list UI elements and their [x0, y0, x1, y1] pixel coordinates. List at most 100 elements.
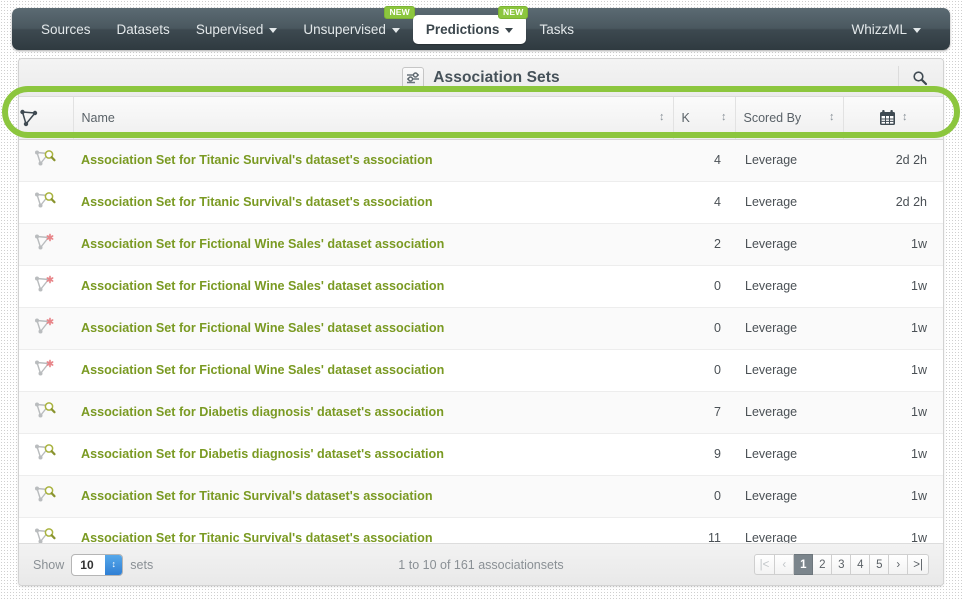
pager-last[interactable]: >| — [908, 554, 929, 575]
association-error-icon — [34, 275, 58, 294]
column-header-name-label: Name — [81, 110, 115, 125]
pager-page-4[interactable]: 4 — [851, 554, 871, 575]
stepper-arrows-icon[interactable]: ↕ — [105, 554, 123, 575]
sort-arrows-icon[interactable]: ↕ — [896, 112, 908, 123]
column-header-scored-by[interactable]: Scored By ↕ — [735, 97, 844, 140]
table-row[interactable]: Association Set for Titanic Survival's d… — [19, 139, 943, 182]
association-set-link[interactable]: Association Set for Titanic Survival's d… — [81, 489, 433, 503]
pager-next[interactable]: › — [889, 554, 909, 575]
association-set-link[interactable]: Association Set for Fictional Wine Sales… — [81, 363, 444, 377]
table-header: Name ↕ K ↕ Scored By ↕ ↕ — [19, 97, 943, 140]
row-type-cell — [19, 181, 73, 224]
pager-page-2[interactable]: 2 — [813, 554, 833, 575]
row-type-cell — [19, 223, 73, 266]
row-date-cell: 1w — [843, 433, 943, 476]
nav-item-unsupervised[interactable]: Unsupervised NEW — [290, 5, 415, 44]
nav-item-tasks[interactable]: Tasks — [526, 15, 587, 44]
association-set-link[interactable]: Association Set for Fictional Wine Sales… — [81, 321, 444, 335]
table-row[interactable]: Association Set for Fictional Wine Sales… — [19, 265, 943, 308]
table-row[interactable]: Association Set for Diabetis diagnosis' … — [19, 391, 943, 434]
row-scored-by-cell: Leverage — [735, 391, 843, 434]
table-row[interactable]: Association Set for Fictional Wine Sales… — [19, 223, 943, 266]
row-name-cell: Association Set for Diabetis diagnosis' … — [73, 433, 673, 476]
row-k-cell: 4 — [673, 139, 735, 182]
calendar-icon — [879, 109, 896, 126]
pager-prev[interactable]: ‹ — [775, 554, 795, 575]
sets-label: sets — [130, 557, 154, 572]
pager-page-1[interactable]: 1 — [794, 554, 814, 575]
pager-page-3[interactable]: 3 — [832, 554, 852, 575]
column-header-scored-by-label: Scored By — [743, 110, 802, 125]
association-search-icon — [34, 485, 58, 504]
row-type-cell — [19, 475, 73, 518]
association-set-link[interactable]: Association Set for Titanic Survival's d… — [81, 153, 433, 167]
row-k-cell: 0 — [673, 265, 735, 308]
row-type-cell — [19, 349, 73, 392]
association-error-icon — [34, 233, 58, 252]
table-row[interactable]: Association Set for Fictional Wine Sales… — [19, 349, 943, 392]
nav-item-datasets[interactable]: Datasets — [104, 15, 183, 44]
row-date-cell: 2d 2h — [843, 139, 943, 182]
row-name-cell: Association Set for Diabetis diagnosis' … — [73, 391, 673, 434]
row-name-cell: Association Set for Fictional Wine Sales… — [73, 265, 673, 308]
table-header-row: Name ↕ K ↕ Scored By ↕ ↕ — [19, 97, 943, 140]
whizzml-menu[interactable]: WhizzML — [838, 15, 934, 44]
column-header-icon[interactable] — [19, 97, 74, 140]
association-set-link[interactable]: Association Set for Diabetis diagnosis' … — [81, 447, 444, 461]
association-set-link[interactable]: Association Set for Titanic Survival's d… — [81, 195, 433, 209]
nav-item-supervised[interactable]: Supervised — [183, 15, 291, 44]
association-error-icon — [34, 317, 58, 336]
table-row[interactable]: Association Set for Diabetis diagnosis' … — [19, 433, 943, 476]
association-search-icon — [34, 401, 58, 420]
search-icon[interactable] — [907, 65, 933, 91]
row-k-cell: 7 — [673, 391, 735, 434]
pager-page-5[interactable]: 5 — [870, 554, 890, 575]
panel-title-bar: Association Sets — [19, 59, 943, 97]
association-error-icon — [34, 359, 58, 378]
row-name-cell: Association Set for Fictional Wine Sales… — [73, 223, 673, 266]
row-scored-by-cell: Leverage — [735, 433, 843, 476]
nav-items: Sources Datasets Supervised Unsupervised NEW… — [28, 5, 838, 44]
nav-right: WhizzML — [838, 15, 934, 44]
new-badge: NEW — [384, 5, 415, 19]
row-scored-by-cell: Leverage — [735, 265, 843, 308]
page-size-select[interactable]: 10 ↕ — [71, 553, 124, 576]
chevron-down-icon — [391, 27, 400, 33]
main-navbar: Sources Datasets Supervised Unsupervised NEW… — [12, 5, 950, 50]
sort-arrows-icon[interactable]: ↕ — [653, 112, 665, 123]
sort-arrows-icon[interactable]: ↕ — [823, 112, 835, 123]
nav-item-sources[interactable]: Sources — [28, 15, 104, 44]
show-label: Show — [33, 557, 65, 572]
nav-item-label: Sources — [41, 21, 91, 37]
row-scored-by-cell: Leverage — [735, 349, 843, 392]
association-set-link[interactable]: Association Set for Fictional Wine Sales… — [81, 279, 444, 293]
row-date-cell: 1w — [843, 307, 943, 350]
pager-first[interactable]: |< — [753, 554, 776, 575]
table-footer: Show 10 ↕ sets 1 to 10 of 161 associatio… — [19, 543, 943, 585]
association-set-link[interactable]: Association Set for Diabetis diagnosis' … — [81, 405, 444, 419]
nav-item-predictions[interactable]: Predictions NEW — [412, 5, 529, 44]
association-set-link[interactable]: Association Set for Fictional Wine Sales… — [81, 237, 444, 251]
page-size-value: 10 — [80, 557, 94, 572]
column-header-k[interactable]: K ↕ — [673, 97, 736, 140]
association-search-icon — [34, 443, 58, 462]
row-name-cell: Association Set for Fictional Wine Sales… — [73, 307, 673, 350]
table-row[interactable]: Association Set for Titanic Survival's d… — [19, 475, 943, 518]
row-k-cell: 0 — [673, 307, 735, 350]
row-type-cell — [19, 391, 73, 434]
table-body: Association Set for Titanic Survival's d… — [19, 139, 943, 560]
row-name-cell: Association Set for Titanic Survival's d… — [73, 139, 673, 182]
row-date-cell: 2d 2h — [843, 181, 943, 224]
column-header-name[interactable]: Name ↕ — [73, 97, 674, 140]
row-scored-by-cell: Leverage — [735, 475, 843, 518]
table-row[interactable]: Association Set for Fictional Wine Sales… — [19, 307, 943, 350]
table-row[interactable]: Association Set for Titanic Survival's d… — [19, 181, 943, 224]
new-badge: NEW — [498, 5, 529, 19]
column-header-date[interactable]: ↕ — [843, 97, 943, 140]
nav-item-label: Supervised — [195, 21, 264, 37]
association-search-icon — [34, 149, 58, 168]
row-name-cell: Association Set for Titanic Survival's d… — [73, 181, 673, 224]
row-scored-by-cell: Leverage — [735, 139, 843, 182]
title-divider — [898, 66, 899, 90]
sort-arrows-icon[interactable]: ↕ — [715, 112, 727, 123]
